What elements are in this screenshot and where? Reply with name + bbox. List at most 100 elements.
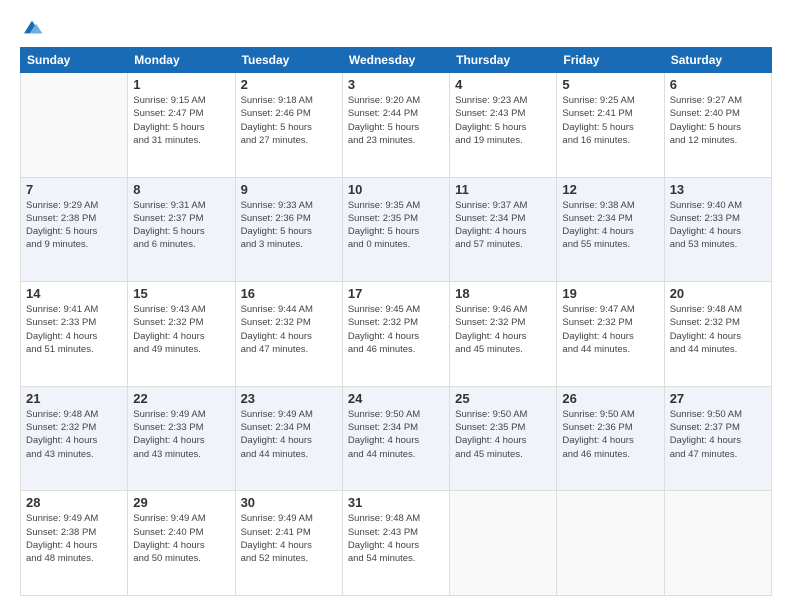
calendar-week-row: 14Sunrise: 9:41 AM Sunset: 2:33 PM Dayli… xyxy=(21,282,772,387)
calendar-cell xyxy=(557,491,664,596)
weekday-header: Friday xyxy=(557,48,664,73)
day-info: Sunrise: 9:48 AM Sunset: 2:32 PM Dayligh… xyxy=(26,408,122,461)
calendar-cell xyxy=(21,73,128,178)
calendar-cell: 6Sunrise: 9:27 AM Sunset: 2:40 PM Daylig… xyxy=(664,73,771,178)
day-number: 14 xyxy=(26,286,122,301)
weekday-header: Thursday xyxy=(450,48,557,73)
calendar-cell: 19 Sunrise: 9:47 AM Sunset: 2:32 PM Dayli… xyxy=(557,282,664,387)
calendar-cell: 12 Sunrise: 9:38 AM Sunset: 2:34 PM Dayli… xyxy=(557,177,664,282)
calendar-cell: 7 Sunrise: 9:29 AM Sunset: 2:38 PM Daylig… xyxy=(21,177,128,282)
calendar-cell: 14Sunrise: 9:41 AM Sunset: 2:33 PM Dayli… xyxy=(21,282,128,387)
day-info: Sunrise: 9:47 AM Sunset: 2:32 PM Dayligh… xyxy=(562,303,658,356)
day-info: Sunrise: 9:46 AM Sunset: 2:32 PM Dayligh… xyxy=(455,303,551,356)
day-info: Sunrise: 9:40 AM Sunset: 2:33 PM Dayligh… xyxy=(670,199,766,252)
calendar-cell: 26 Sunrise: 9:50 AM Sunset: 2:36 PM Dayli… xyxy=(557,386,664,491)
day-number: 11 xyxy=(455,182,551,197)
day-number: 21 xyxy=(26,391,122,406)
day-number: 15 xyxy=(133,286,229,301)
day-info: Sunrise: 9:48 AM Sunset: 2:32 PM Dayligh… xyxy=(670,303,766,356)
day-number: 29 xyxy=(133,495,229,510)
day-number: 4 xyxy=(455,77,551,92)
calendar-cell: 27 Sunrise: 9:50 AM Sunset: 2:37 PM Dayli… xyxy=(664,386,771,491)
day-number: 7 xyxy=(26,182,122,197)
calendar-cell: 16Sunrise: 9:44 AM Sunset: 2:32 PM Dayli… xyxy=(235,282,342,387)
logo-icon xyxy=(20,17,44,37)
day-number: 23 xyxy=(241,391,337,406)
calendar-cell: 3Sunrise: 9:20 AM Sunset: 2:44 PM Daylig… xyxy=(342,73,449,178)
day-number: 31 xyxy=(348,495,444,510)
day-number: 19 xyxy=(562,286,658,301)
day-info: Sunrise: 9:49 AM Sunset: 2:33 PM Dayligh… xyxy=(133,408,229,461)
calendar-cell: 25 Sunrise: 9:50 AM Sunset: 2:35 PM Dayli… xyxy=(450,386,557,491)
day-info: Sunrise: 9:44 AM Sunset: 2:32 PM Dayligh… xyxy=(241,303,337,356)
day-number: 10 xyxy=(348,182,444,197)
day-number: 6 xyxy=(670,77,766,92)
calendar-header-row: SundayMondayTuesdayWednesdayThursdayFrid… xyxy=(21,48,772,73)
day-number: 8 xyxy=(133,182,229,197)
header xyxy=(20,16,772,37)
calendar-cell: 18 Sunrise: 9:46 AM Sunset: 2:32 PM Dayli… xyxy=(450,282,557,387)
day-info: Sunrise: 9:33 AM Sunset: 2:36 PM Dayligh… xyxy=(241,199,337,252)
day-info: Sunrise: 9:50 AM Sunset: 2:36 PM Dayligh… xyxy=(562,408,658,461)
calendar-cell xyxy=(450,491,557,596)
day-info: Sunrise: 9:50 AM Sunset: 2:37 PM Dayligh… xyxy=(670,408,766,461)
calendar-cell: 4 Sunrise: 9:23 AM Sunset: 2:43 PM Daylig… xyxy=(450,73,557,178)
day-info: Sunrise: 9:49 AM Sunset: 2:41 PM Dayligh… xyxy=(241,512,337,565)
day-info: Sunrise: 9:23 AM Sunset: 2:43 PM Dayligh… xyxy=(455,94,551,147)
day-info: Sunrise: 9:43 AM Sunset: 2:32 PM Dayligh… xyxy=(133,303,229,356)
calendar-cell: 21 Sunrise: 9:48 AM Sunset: 2:32 PM Dayli… xyxy=(21,386,128,491)
day-info: Sunrise: 9:29 AM Sunset: 2:38 PM Dayligh… xyxy=(26,199,122,252)
weekday-header: Wednesday xyxy=(342,48,449,73)
day-number: 2 xyxy=(241,77,337,92)
day-info: Sunrise: 9:38 AM Sunset: 2:34 PM Dayligh… xyxy=(562,199,658,252)
day-info: Sunrise: 9:49 AM Sunset: 2:40 PM Dayligh… xyxy=(133,512,229,565)
day-number: 13 xyxy=(670,182,766,197)
day-info: Sunrise: 9:49 AM Sunset: 2:38 PM Dayligh… xyxy=(26,512,122,565)
calendar-cell: 30 Sunrise: 9:49 AM Sunset: 2:41 PM Dayli… xyxy=(235,491,342,596)
day-info: Sunrise: 9:15 AM Sunset: 2:47 PM Dayligh… xyxy=(133,94,229,147)
calendar-cell: 20Sunrise: 9:48 AM Sunset: 2:32 PM Dayli… xyxy=(664,282,771,387)
day-number: 17 xyxy=(348,286,444,301)
calendar-cell: 15 Sunrise: 9:43 AM Sunset: 2:32 PM Dayli… xyxy=(128,282,235,387)
weekday-header: Sunday xyxy=(21,48,128,73)
calendar-cell: 17 Sunrise: 9:45 AM Sunset: 2:32 PM Dayli… xyxy=(342,282,449,387)
day-info: Sunrise: 9:25 AM Sunset: 2:41 PM Dayligh… xyxy=(562,94,658,147)
calendar-cell: 8Sunrise: 9:31 AM Sunset: 2:37 PM Daylig… xyxy=(128,177,235,282)
day-number: 24 xyxy=(348,391,444,406)
day-info: Sunrise: 9:48 AM Sunset: 2:43 PM Dayligh… xyxy=(348,512,444,565)
calendar-cell: 5Sunrise: 9:25 AM Sunset: 2:41 PM Daylig… xyxy=(557,73,664,178)
calendar-cell: 9 Sunrise: 9:33 AM Sunset: 2:36 PM Daylig… xyxy=(235,177,342,282)
day-number: 9 xyxy=(241,182,337,197)
calendar-week-row: 7 Sunrise: 9:29 AM Sunset: 2:38 PM Daylig… xyxy=(21,177,772,282)
day-info: Sunrise: 9:49 AM Sunset: 2:34 PM Dayligh… xyxy=(241,408,337,461)
page: SundayMondayTuesdayWednesdayThursdayFrid… xyxy=(0,0,792,612)
weekday-header: Tuesday xyxy=(235,48,342,73)
calendar-week-row: 28Sunrise: 9:49 AM Sunset: 2:38 PM Dayli… xyxy=(21,491,772,596)
day-info: Sunrise: 9:37 AM Sunset: 2:34 PM Dayligh… xyxy=(455,199,551,252)
day-number: 25 xyxy=(455,391,551,406)
day-number: 12 xyxy=(562,182,658,197)
weekday-header: Saturday xyxy=(664,48,771,73)
day-number: 1 xyxy=(133,77,229,92)
day-info: Sunrise: 9:18 AM Sunset: 2:46 PM Dayligh… xyxy=(241,94,337,147)
day-info: Sunrise: 9:50 AM Sunset: 2:35 PM Dayligh… xyxy=(455,408,551,461)
logo xyxy=(20,16,48,37)
calendar-cell: 24Sunrise: 9:50 AM Sunset: 2:34 PM Dayli… xyxy=(342,386,449,491)
calendar-cell: 13 Sunrise: 9:40 AM Sunset: 2:33 PM Dayli… xyxy=(664,177,771,282)
day-info: Sunrise: 9:35 AM Sunset: 2:35 PM Dayligh… xyxy=(348,199,444,252)
day-number: 26 xyxy=(562,391,658,406)
calendar-week-row: 21 Sunrise: 9:48 AM Sunset: 2:32 PM Dayli… xyxy=(21,386,772,491)
day-number: 30 xyxy=(241,495,337,510)
day-number: 18 xyxy=(455,286,551,301)
calendar-cell: 29 Sunrise: 9:49 AM Sunset: 2:40 PM Dayli… xyxy=(128,491,235,596)
calendar-cell: 22 Sunrise: 9:49 AM Sunset: 2:33 PM Dayli… xyxy=(128,386,235,491)
calendar-cell: 1 Sunrise: 9:15 AM Sunset: 2:47 PM Daylig… xyxy=(128,73,235,178)
day-number: 27 xyxy=(670,391,766,406)
calendar: SundayMondayTuesdayWednesdayThursdayFrid… xyxy=(20,47,772,596)
weekday-header: Monday xyxy=(128,48,235,73)
calendar-cell: 31 Sunrise: 9:48 AM Sunset: 2:43 PM Dayli… xyxy=(342,491,449,596)
day-info: Sunrise: 9:45 AM Sunset: 2:32 PM Dayligh… xyxy=(348,303,444,356)
calendar-cell: 2 Sunrise: 9:18 AM Sunset: 2:46 PM Daylig… xyxy=(235,73,342,178)
calendar-week-row: 1 Sunrise: 9:15 AM Sunset: 2:47 PM Daylig… xyxy=(21,73,772,178)
day-number: 22 xyxy=(133,391,229,406)
